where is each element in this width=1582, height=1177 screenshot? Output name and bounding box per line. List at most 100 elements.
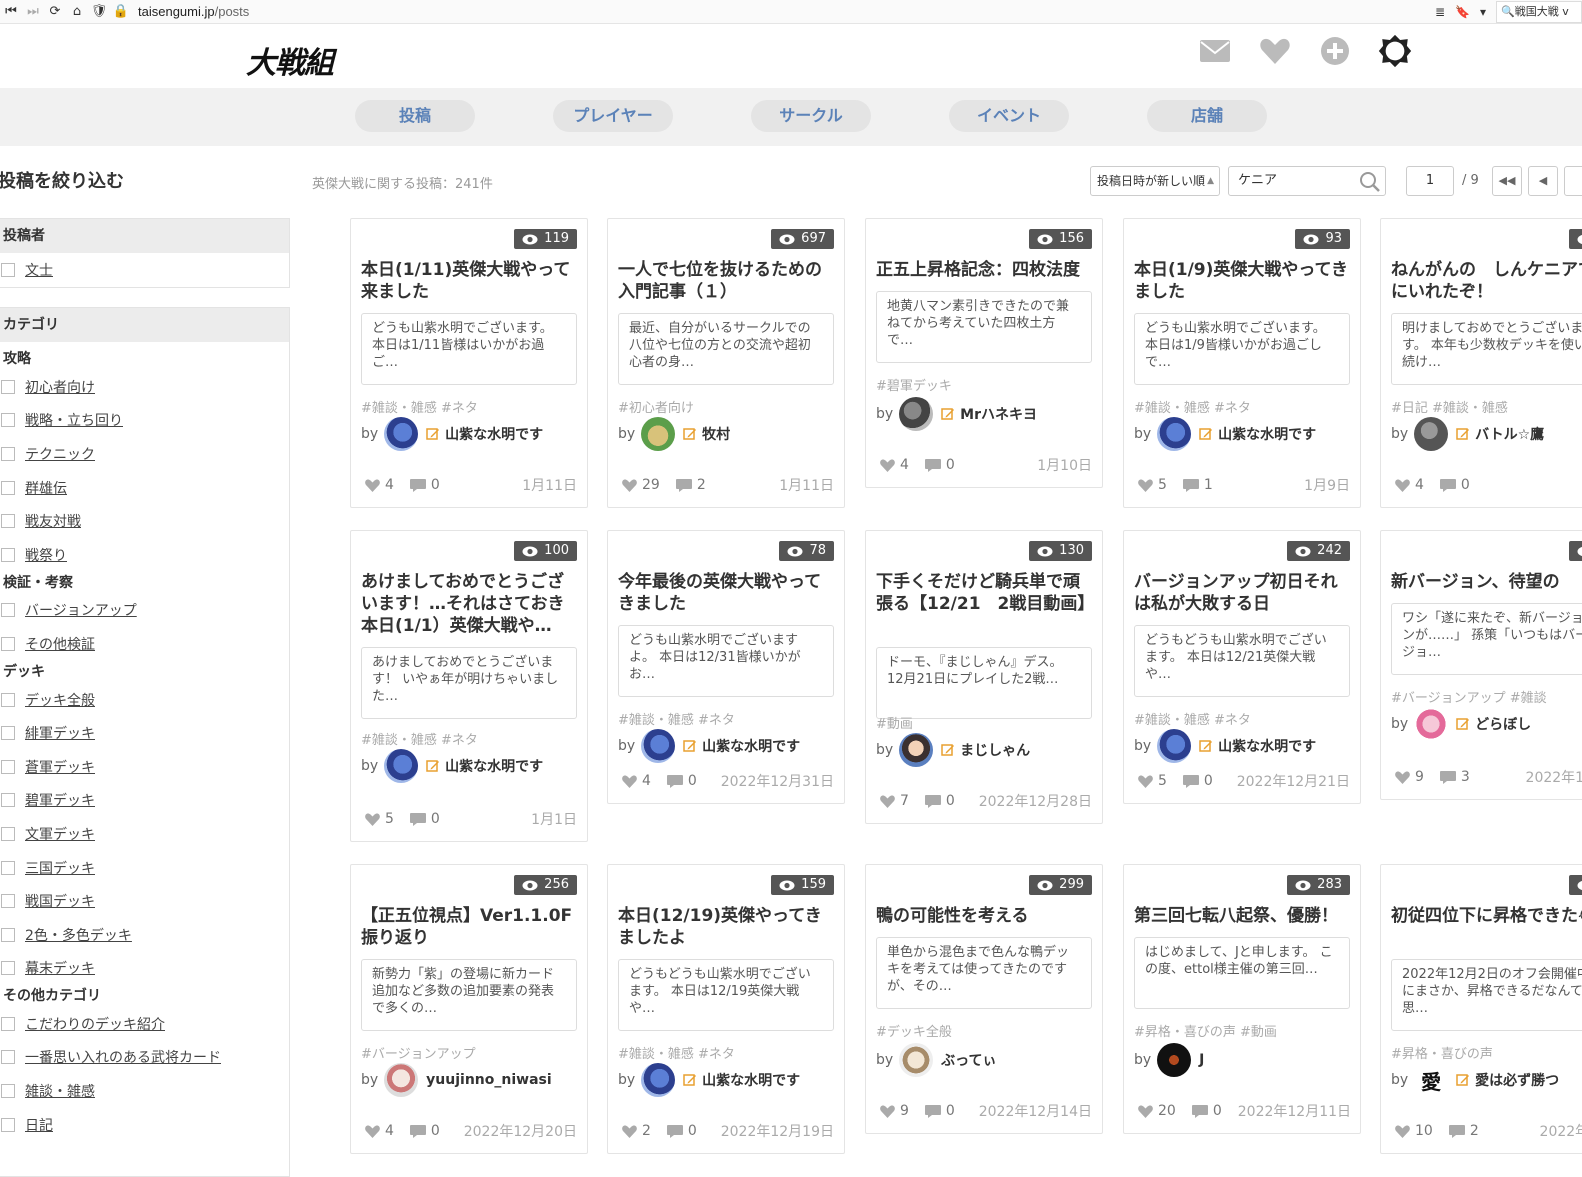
add-icon[interactable] [1318,34,1352,68]
category-item[interactable]: 一番思い入れのある武将カード [0,1041,289,1075]
bookmark-icon[interactable]: 🔖 [1455,5,1470,19]
post-card[interactable]: ねんがんの しんケニアてにいれたぞ！ 明けましておめでとうございます。 本年も少… [1380,218,1582,508]
post-author[interactable]: by 山紫な水明です [618,729,838,763]
category-item[interactable]: 幕末デッキ [0,952,289,986]
search-icon[interactable] [1359,171,1381,204]
mail-icon[interactable] [1198,34,1232,68]
post-author[interactable]: by Mrハネキヨ [876,397,1096,431]
checkbox[interactable] [1,693,15,707]
post-title[interactable]: 【正五位視点】Ver1.1.0F振り返り [361,905,579,949]
author-name[interactable]: Mrハネキヨ [960,404,1037,424]
author-name[interactable]: バトル☆鷹 [1475,424,1544,444]
checkbox[interactable] [1,961,15,975]
site-logo[interactable]: 大戦組 [246,38,333,82]
comment-count[interactable]: 0 [925,1103,955,1119]
category-label[interactable]: 蒼軍デッキ [25,757,95,777]
checkbox[interactable] [1,1118,15,1132]
post-tags[interactable]: #雑談・雑感 #ネタ [361,397,581,416]
like-count[interactable]: 2 [622,1123,651,1139]
post-author[interactable]: by 山紫な水明です [618,1063,838,1097]
checkbox[interactable] [1,827,15,841]
like-count[interactable]: 4 [1395,477,1424,493]
post-card[interactable]: 130 下手くそだけど騎兵単で頑張る【12/21 2戦目動画】 ドーモ、『まじし… [865,530,1103,824]
author-name[interactable]: まじしゃん [960,740,1030,760]
checkbox[interactable] [1,760,15,774]
post-title[interactable]: 一人で七位を抜けるための入門記事（１） [618,259,836,303]
avatar[interactable] [899,733,933,767]
category-item[interactable]: デッキ全般 [0,683,289,717]
post-title[interactable]: 下手くそだけど騎兵単で頑張る【12/21 2戦目動画】 [876,571,1094,615]
category-item[interactable]: バージョンアップ [0,594,289,628]
category-item[interactable]: 蒼軍デッキ [0,750,289,784]
post-title[interactable]: 初従四位下に昇格できた😭 [1391,905,1582,927]
checkbox[interactable] [1,514,15,528]
avatar[interactable] [1414,707,1448,741]
post-tags[interactable]: #バージョンアップ #雑談 [1391,687,1582,706]
avatar[interactable] [641,729,675,763]
post-tags[interactable]: #昇格・喜びの声 [1391,1043,1582,1062]
comment-count[interactable]: 0 [925,457,955,473]
like-count[interactable]: 4 [365,1123,394,1139]
comment-count[interactable]: 0 [667,1123,697,1139]
checkbox[interactable] [1,413,15,427]
author-name[interactable]: 牧村 [702,424,730,444]
post-title[interactable]: 正五上昇格記念：四枚法度 [876,259,1094,281]
avatar[interactable] [641,417,675,451]
category-label[interactable]: バージョンアップ [25,600,137,620]
post-author[interactable]: by 山紫な水明です [361,417,581,451]
post-card[interactable]: 283 第三回七転八起祭、優勝！ はじめまして、Jと申します。 この度、etto… [1123,864,1361,1134]
post-author[interactable]: by 山紫な水明です [1134,417,1354,451]
like-count[interactable]: 4 [880,457,909,473]
avatar[interactable] [641,1063,675,1097]
poster-label[interactable]: 文士 [25,260,53,280]
post-author[interactable]: by 山紫な水明です [1134,729,1354,763]
like-count[interactable]: 29 [622,477,660,493]
comment-count[interactable]: 0 [410,811,440,827]
category-item[interactable]: その他検証 [0,627,289,661]
author-name[interactable]: 山紫な水明です [1218,736,1316,756]
checkbox[interactable] [1,603,15,617]
checkbox[interactable] [1,1084,15,1098]
prev-page-button[interactable]: ◀ [1528,166,1558,196]
category-label[interactable]: 雑談・雑感 [25,1081,95,1101]
avatar[interactable] [899,397,933,431]
avatar[interactable] [1414,417,1448,451]
checkbox[interactable] [1,894,15,908]
page-number-input[interactable]: 1 [1406,166,1454,196]
post-card[interactable]: 新バージョン、待望の ワシ「遂に来たぞ、新バージョンが……」 孫策「いつもはバー… [1380,530,1582,800]
author-name[interactable]: 山紫な水明です [445,424,543,444]
like-count[interactable]: 10 [1395,1123,1433,1139]
reader-icon[interactable]: ≣ [1435,5,1445,19]
avatar[interactable] [384,749,418,783]
post-title[interactable]: 第三回七転八起祭、優勝！ [1134,905,1352,927]
category-item[interactable]: 三国デッキ [0,851,289,885]
post-title[interactable]: 今年最後の英傑大戦やってきました [618,571,836,615]
nav-circles[interactable]: サークル [751,100,871,132]
avatar[interactable] [1157,1043,1191,1077]
nav-players[interactable]: プレイヤー [553,100,673,132]
post-tags[interactable]: #碧軍デッキ [876,375,1096,394]
checkbox[interactable] [1,380,15,394]
like-count[interactable]: 5 [1138,773,1167,789]
checkbox[interactable] [1,1050,15,1064]
comment-count[interactable]: 2 [676,477,706,493]
checkbox[interactable] [1,793,15,807]
comment-count[interactable]: 3 [1440,769,1470,785]
category-label[interactable]: 群雄伝 [25,478,67,498]
author-name[interactable]: 山紫な水明です [702,736,800,756]
like-count[interactable]: 9 [1395,769,1424,785]
checkbox[interactable] [1,726,15,740]
checkbox[interactable] [1,637,15,651]
category-item[interactable]: 戦略・立ち回り [0,404,289,438]
checkbox[interactable] [1,263,15,277]
category-label[interactable]: 幕末デッキ [25,958,95,978]
dropdown-icon[interactable]: ▾ [1480,5,1486,19]
author-name[interactable]: 山紫な水明です [702,1070,800,1090]
category-label[interactable]: 一番思い入れのある武将カード [25,1047,221,1067]
comment-count[interactable]: 2 [1449,1123,1479,1139]
author-name[interactable]: 愛は必ず勝つ [1475,1070,1559,1090]
first-page-button[interactable]: ◀◀ [1492,166,1522,196]
search-input[interactable]: ケニア [1228,166,1386,196]
like-count[interactable]: 7 [880,793,909,809]
category-label[interactable]: デッキ全般 [25,690,95,710]
